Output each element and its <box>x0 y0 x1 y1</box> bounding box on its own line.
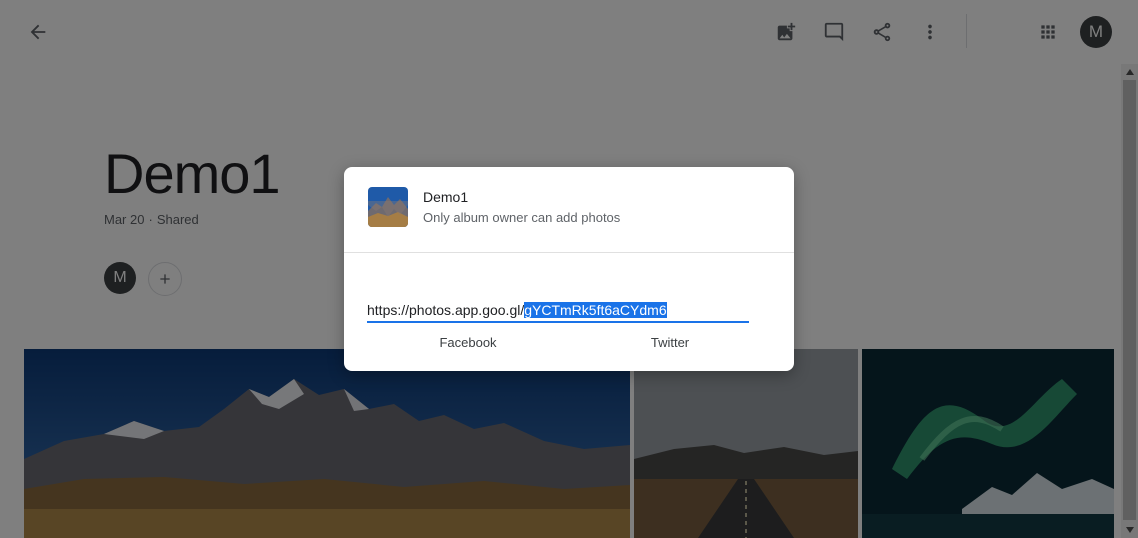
dialog-album-name: Demo1 <box>423 189 469 205</box>
dialog-divider <box>344 252 794 253</box>
share-twitter-button[interactable]: Twitter <box>630 332 710 352</box>
share-facebook-button[interactable]: Facebook <box>428 332 508 352</box>
share-link-selected: gYCTmRk5ft6aCYdm6 <box>524 301 667 318</box>
share-link-field[interactable]: https://photos.app.goo.gl/gYCTmRk5ft6aCY… <box>367 298 749 323</box>
album-thumbnail <box>368 187 408 227</box>
dialog-permission-note: Only album owner can add photos <box>423 210 621 225</box>
share-dialog: Demo1 Only album owner can add photos ht… <box>344 167 794 371</box>
album-page: M Demo1 Mar 20 · Shared M <box>0 0 1138 538</box>
share-link-prefix: https://photos.app.goo.gl/ <box>367 301 525 318</box>
